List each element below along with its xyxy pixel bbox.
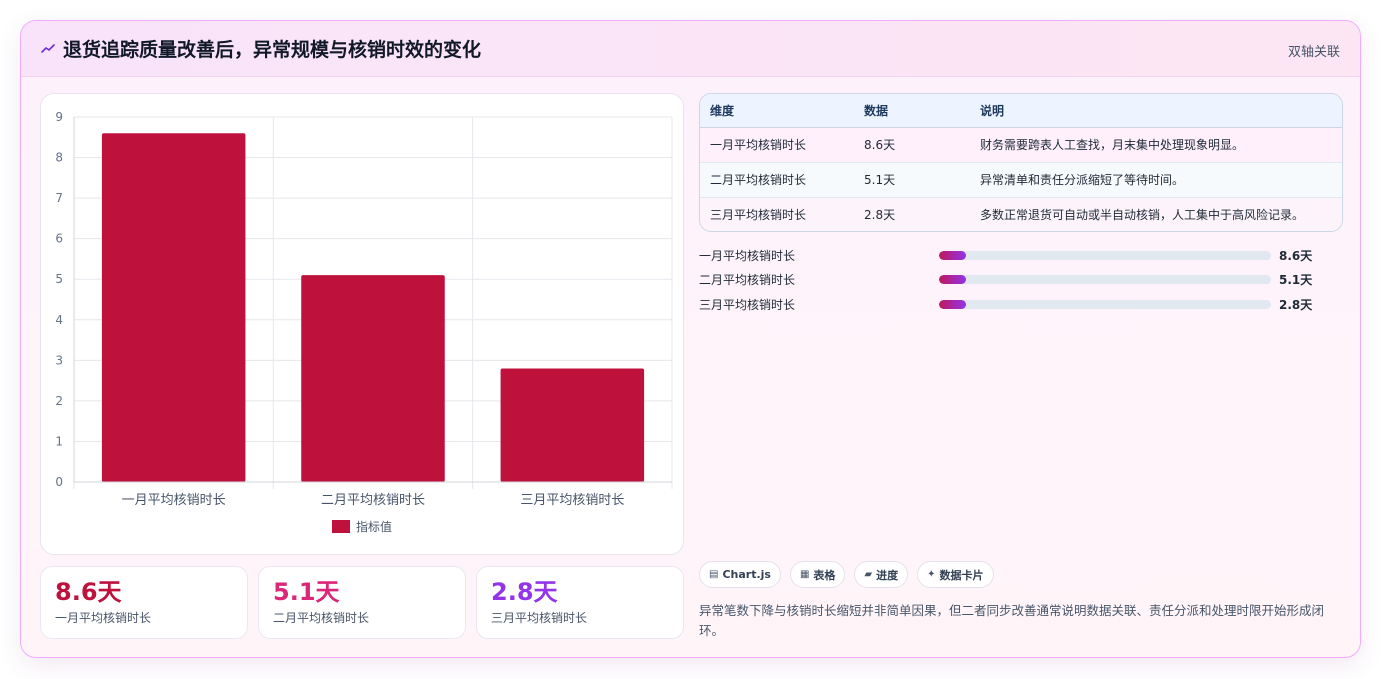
x-tick-label: 三月平均核销时长 <box>520 493 624 508</box>
x-tick-label: 一月平均核销时长 <box>122 493 226 508</box>
table-row: 二月平均核销时长 5.1天 异常清单和责任分派缩短了等待时间。 <box>700 162 1342 198</box>
y-tick-label: 0 <box>55 475 63 489</box>
y-tick-label: 2 <box>55 394 63 408</box>
progress-label: 三月平均核销时长 <box>699 297 796 312</box>
page-title: 退货追踪质量改善后，异常规模与核销时效的变化 <box>63 39 482 61</box>
chip-chartjs[interactable]: ▤ Chart.js <box>699 561 781 588</box>
progress-fill <box>939 275 966 285</box>
progress-track <box>939 275 1271 285</box>
progress-fill <box>939 299 966 309</box>
y-tick-label: 8 <box>55 151 63 165</box>
progress-value: 8.6天 <box>1279 248 1313 263</box>
y-tick-label: 1 <box>55 434 63 448</box>
table-row: 一月平均核销时长 8.6天 财务需要跨表人工查找，月末集中处理现象明显。 <box>700 127 1342 163</box>
chip-table[interactable]: ▦ 表格 <box>789 561 846 588</box>
summary-note: 异常笔数下降与核销时长缩短并非简单因果，但二者同步改善通常说明数据关联、责任分派… <box>699 603 1325 638</box>
header-tag[interactable]: 双轴关联 <box>1288 41 1340 60</box>
y-tick-label: 3 <box>55 353 63 367</box>
stat-label: 三月平均核销时长 <box>491 611 588 625</box>
progress-row: 一月平均核销时长 8.6天 <box>699 243 1343 268</box>
chip-label: 表格 <box>813 568 836 582</box>
sparkle-icon: ✦ <box>927 569 936 580</box>
progress-fill <box>939 250 966 260</box>
bar-chart-svg: 0 1 2 3 4 5 6 7 8 9 一月平均核销时长 二月平均核销时长 三月平均核销时长指标值 <box>55 110 673 534</box>
dashboard-card: 退货追踪质量改善后，异常规模与核销时效的变化 双轴关联 0 1 2 3 4 5 6 7 8 9 一月… <box>20 20 1361 658</box>
legend-label: 指标值 <box>356 519 392 534</box>
progress-icon: ▰ <box>864 569 873 580</box>
y-tick-label: 7 <box>55 191 63 205</box>
table-cell: 8.6天 <box>854 127 970 163</box>
chip-group: ▤ Chart.js ▦ 表格 ▰ 进度 ✦ 数据卡片 <box>699 561 994 588</box>
table-cell: 2.8天 <box>854 197 970 231</box>
progress-value: 2.8天 <box>1279 297 1313 312</box>
table-header-cell: 数据 <box>854 94 970 128</box>
table-cell: 异常清单和责任分派缩短了等待时间。 <box>970 162 1342 198</box>
table-header-cell: 维度 <box>700 94 854 128</box>
table-cell: 财务需要跨表人工查找，月末集中处理现象明显。 <box>970 127 1342 163</box>
stat-value: 8.6天 <box>55 578 122 606</box>
stat-card: 5.1天 二月平均核销时长 <box>258 566 466 639</box>
chip-progress[interactable]: ▰ 进度 <box>854 561 909 588</box>
progress-label: 二月平均核销时长 <box>699 273 796 288</box>
table-cell: 三月平均核销时长 <box>700 197 854 231</box>
chip-label: 数据卡片 <box>939 568 984 582</box>
legend-swatch <box>332 520 350 533</box>
chip-data-card[interactable]: ✦ 数据卡片 <box>917 561 994 588</box>
progress-track <box>939 299 1271 309</box>
stat-label: 二月平均核销时长 <box>273 611 370 625</box>
stat-card: 2.8天 三月平均核销时长 <box>476 566 684 639</box>
table-cell: 多数正常退货可自动或半自动核销，人工集中于高风险记录。 <box>970 197 1342 231</box>
y-tick-label: 6 <box>55 232 63 246</box>
chip-label: 进度 <box>876 568 899 582</box>
progress-label: 一月平均核销时长 <box>699 248 796 263</box>
y-tick-label: 4 <box>55 313 63 327</box>
bar <box>301 275 445 482</box>
y-tick-label: 5 <box>55 272 63 286</box>
stat-label: 一月平均核销时长 <box>55 611 152 625</box>
table-row: 三月平均核销时长 2.8天 多数正常退货可自动或半自动核销，人工集中于高风险记录… <box>700 197 1342 231</box>
progress-value: 5.1天 <box>1279 273 1313 288</box>
stat-value: 5.1天 <box>273 578 340 606</box>
progress-row: 二月平均核销时长 5.1天 <box>699 268 1343 293</box>
bar <box>101 133 246 482</box>
table-cell: 二月平均核销时长 <box>700 162 854 198</box>
table-cell: 5.1天 <box>854 162 970 198</box>
trend-line-icon <box>41 42 55 56</box>
card-header: 退货追踪质量改善后，异常规模与核销时效的变化 双轴关联 <box>21 21 1360 77</box>
data-table: 维度 数据 说明 一月平均核销时长 8.6天 财务需要跨表人工查找，月末集中处理… <box>699 93 1343 232</box>
stat-value: 2.8天 <box>491 578 558 606</box>
progress-list: 一月平均核销时长 8.6天 二月平均核销时长 5.1天 三月平均核销时长 2.8… <box>699 243 1343 317</box>
bar <box>500 368 645 482</box>
table-header-row: 维度 数据 说明 <box>700 94 1342 128</box>
x-tick-label: 二月平均核销时长 <box>321 493 425 508</box>
progress-track <box>939 250 1271 260</box>
table-cell: 一月平均核销时长 <box>700 127 854 163</box>
y-tick-label: 9 <box>55 110 63 124</box>
chip-label: Chart.js <box>722 568 771 581</box>
stat-card: 8.6天 一月平均核销时长 <box>40 566 248 639</box>
chart-icon: ▤ <box>709 569 719 580</box>
bar-chart: 0 1 2 3 4 5 6 7 8 9 一月平均核销时长 二月平均核销时长 三月平均核销时长指标值 <box>40 93 684 555</box>
table-header-cell: 说明 <box>970 94 1342 128</box>
progress-row: 三月平均核销时长 2.8天 <box>699 292 1343 317</box>
table-icon: ▦ <box>799 569 810 580</box>
